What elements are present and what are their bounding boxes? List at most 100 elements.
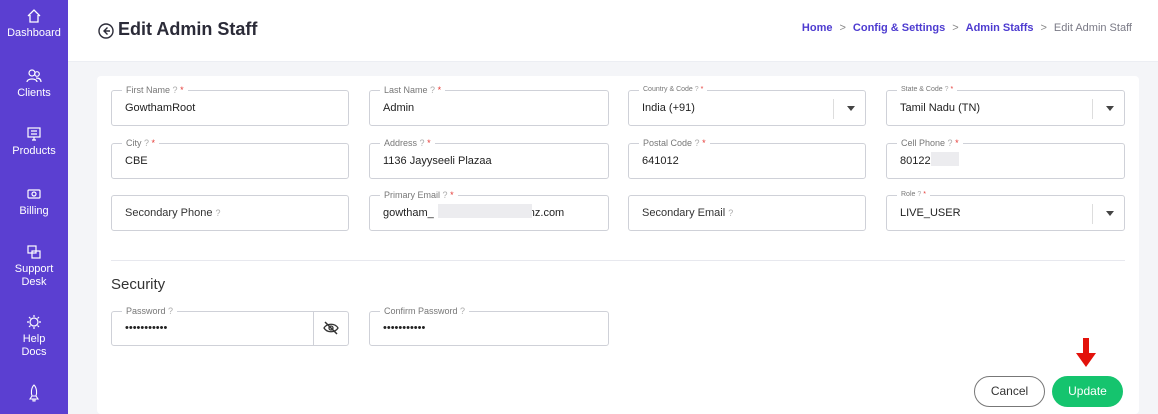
select-divider: [833, 99, 834, 119]
users-icon: [26, 69, 42, 83]
section-divider: [111, 260, 1125, 261]
secondary-email-placeholder: Secondary Email ?: [642, 207, 734, 219]
sidebar-item-label: Billing: [19, 205, 49, 217]
security-section-title: Security: [111, 276, 166, 293]
sidebar-item-dashboard[interactable]: Dashboard: [0, 8, 68, 40]
state-code-label: State & Code ? *: [897, 84, 958, 96]
help-icon: ?: [947, 138, 953, 148]
country-code-label: Country & Code ? *: [639, 84, 708, 96]
help-icon: ?: [694, 86, 699, 93]
state-code-select[interactable]: State & Code ? * Tamil Nadu (TN): [886, 84, 1125, 126]
sidebar-item-label: Support Desk: [14, 263, 54, 288]
city-value: CBE: [125, 155, 148, 167]
first-name-value: GowthamRoot: [125, 102, 196, 114]
form-card: First Name ? * GowthamRoot Last Name ? *…: [97, 76, 1139, 414]
secondary-email-field[interactable]: Secondary Email ?: [628, 195, 866, 231]
sidebar-item-products[interactable]: Products: [0, 126, 68, 158]
role-select[interactable]: Role ? * LIVE_USER: [886, 189, 1125, 231]
help-icon: ?: [694, 138, 700, 148]
required-mark: *: [955, 138, 959, 148]
last-name-field[interactable]: Last Name ? * Admin: [369, 84, 609, 126]
required-mark: *: [450, 190, 454, 200]
address-value: 1136 Jayyseeli Plazaa: [383, 155, 492, 167]
sidebar-item-billing[interactable]: Billing: [0, 186, 68, 218]
cell-phone-field[interactable]: Cell Phone ? * 80122: [886, 137, 1125, 179]
chevron-down-icon[interactable]: [1106, 106, 1114, 111]
support-icon: [27, 245, 41, 259]
products-icon: [27, 127, 41, 141]
toggle-password-visibility-button[interactable]: [313, 311, 349, 345]
role-label: Role ? *: [897, 189, 930, 201]
country-code-select[interactable]: Country & Code ? * India (+91): [628, 84, 866, 126]
breadcrumb-config[interactable]: Config & Settings: [853, 22, 945, 34]
primary-email-label: Primary Email ? *: [380, 189, 458, 201]
address-field[interactable]: Address ? * 1136 Jayyseeli Plazaa: [369, 137, 609, 179]
required-mark: *: [427, 138, 431, 148]
confirm-password-value: •••••••••••: [383, 322, 426, 334]
primary-email-field[interactable]: Primary Email ? * gowtham_ nz.com: [369, 189, 609, 231]
secondary-phone-field[interactable]: Secondary Phone ?: [111, 195, 349, 231]
secondary-phone-placeholder: Secondary Phone ?: [125, 207, 221, 219]
address-label: Address ? *: [380, 137, 435, 149]
breadcrumb-home[interactable]: Home: [802, 22, 833, 34]
required-mark: *: [950, 86, 954, 93]
city-field[interactable]: City ? * CBE: [111, 137, 349, 179]
confirm-password-label: Confirm Password ?: [380, 305, 470, 317]
postal-code-value: 641012: [642, 155, 679, 167]
home-icon: [27, 9, 41, 23]
sidebar-item-rocket[interactable]: [0, 384, 68, 405]
state-code-value: Tamil Nadu (TN): [900, 102, 981, 114]
chevron-down-icon[interactable]: [847, 106, 855, 111]
select-divider: [1092, 99, 1093, 119]
sidebar-item-label: Products: [12, 145, 56, 157]
redaction-mask: [931, 152, 959, 166]
sidebar-item-support-desk[interactable]: Support Desk: [0, 244, 68, 289]
sidebar-item-clients[interactable]: Clients: [0, 68, 68, 100]
required-mark: *: [180, 85, 184, 95]
required-mark: *: [151, 138, 156, 148]
last-name-label: Last Name ? *: [380, 84, 446, 96]
help-icon: ?: [168, 306, 174, 316]
breadcrumb-current: Edit Admin Staff: [1053, 22, 1132, 34]
password-label: Password ?: [122, 305, 178, 317]
arrow-down-icon: [1076, 338, 1096, 367]
last-name-value: Admin: [383, 102, 415, 114]
page-title: Edit Admin Staff: [118, 19, 258, 39]
help-icon: ?: [430, 85, 436, 95]
sidebar: Dashboard Clients Products Billing Suppo…: [0, 0, 68, 414]
help-icon: ?: [944, 86, 949, 93]
page-header: Edit Admin Staff Home > Config & Setting…: [68, 0, 1158, 62]
help-icon: ?: [442, 190, 448, 200]
help-icon: ?: [917, 191, 922, 198]
postal-code-field[interactable]: Postal Code ? * 641012: [628, 137, 866, 179]
eye-off-icon: [323, 321, 339, 335]
confirm-password-field[interactable]: Confirm Password ? •••••••••••: [369, 305, 609, 346]
breadcrumb: Home > Config & Settings > Admin Staffs …: [802, 22, 1132, 34]
sidebar-item-label: Clients: [17, 87, 51, 99]
first-name-label: First Name ? *: [122, 84, 188, 96]
chevron-down-icon[interactable]: [1106, 211, 1114, 216]
role-value: LIVE_USER: [900, 207, 961, 219]
required-mark: *: [923, 191, 926, 198]
billing-icon: [27, 189, 41, 199]
required-mark: *: [437, 85, 442, 95]
postal-code-label: Postal Code ? *: [639, 137, 710, 149]
required-mark: *: [700, 86, 704, 93]
country-code-value: India (+91): [642, 102, 695, 114]
first-name-field[interactable]: First Name ? * GowthamRoot: [111, 84, 349, 126]
cancel-button[interactable]: Cancel: [974, 376, 1045, 407]
redaction-mask: [438, 204, 532, 218]
sidebar-item-help-docs[interactable]: Help Docs: [0, 314, 68, 359]
breadcrumb-separator: >: [952, 22, 959, 34]
breadcrumb-admin-staffs[interactable]: Admin Staffs: [966, 22, 1034, 34]
back-circle-icon[interactable]: [98, 23, 114, 39]
help-docs-icon: [27, 315, 41, 329]
required-mark: *: [702, 138, 706, 148]
cell-phone-value: 80122: [900, 155, 931, 167]
city-label: City ? *: [122, 137, 160, 149]
sidebar-item-label: Help Docs: [21, 333, 47, 358]
help-icon: ?: [728, 208, 734, 218]
update-button[interactable]: Update: [1052, 376, 1123, 407]
help-icon: ?: [144, 138, 150, 148]
help-icon: ?: [215, 208, 221, 218]
